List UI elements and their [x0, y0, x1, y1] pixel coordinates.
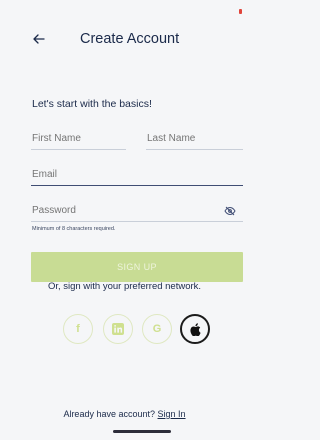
sign-in-link[interactable]: Sign In	[158, 409, 186, 419]
back-button[interactable]	[28, 28, 50, 50]
linkedin-button[interactable]	[103, 314, 133, 344]
password-input[interactable]	[32, 205, 212, 216]
page-title: Create Account	[80, 31, 180, 47]
facebook-icon: f	[76, 323, 80, 335]
sign-in-question: Already have account?	[63, 409, 155, 419]
apple-button[interactable]	[180, 314, 210, 344]
sign-up-button[interactable]: SIGN UP	[31, 252, 243, 282]
first-name-underline	[31, 149, 126, 150]
social-signin-label: Or, sign with your preferred network.	[47, 281, 202, 292]
status-indicator	[239, 9, 242, 14]
sign-in-prompt: Already have account? Sign In	[0, 409, 249, 419]
last-name-input[interactable]	[147, 133, 237, 144]
first-name-input[interactable]	[32, 133, 122, 144]
create-account-screen: Create Account Let's start with the basi…	[0, 0, 249, 440]
google-button[interactable]: G	[142, 314, 172, 344]
email-underline	[31, 185, 243, 186]
eye-slash-icon[interactable]	[224, 206, 236, 216]
arrow-left-icon	[33, 34, 45, 44]
linkedin-icon	[112, 323, 124, 335]
apple-icon	[189, 322, 201, 336]
intro-text: Let's start with the basics!	[32, 98, 152, 110]
password-underline	[31, 221, 243, 222]
password-hint: Minimum of 8 characters required.	[32, 226, 116, 232]
facebook-button[interactable]: f	[63, 314, 93, 344]
last-name-underline	[146, 149, 243, 150]
email-input[interactable]	[32, 169, 232, 180]
google-icon: G	[152, 323, 162, 335]
home-indicator	[113, 430, 171, 433]
